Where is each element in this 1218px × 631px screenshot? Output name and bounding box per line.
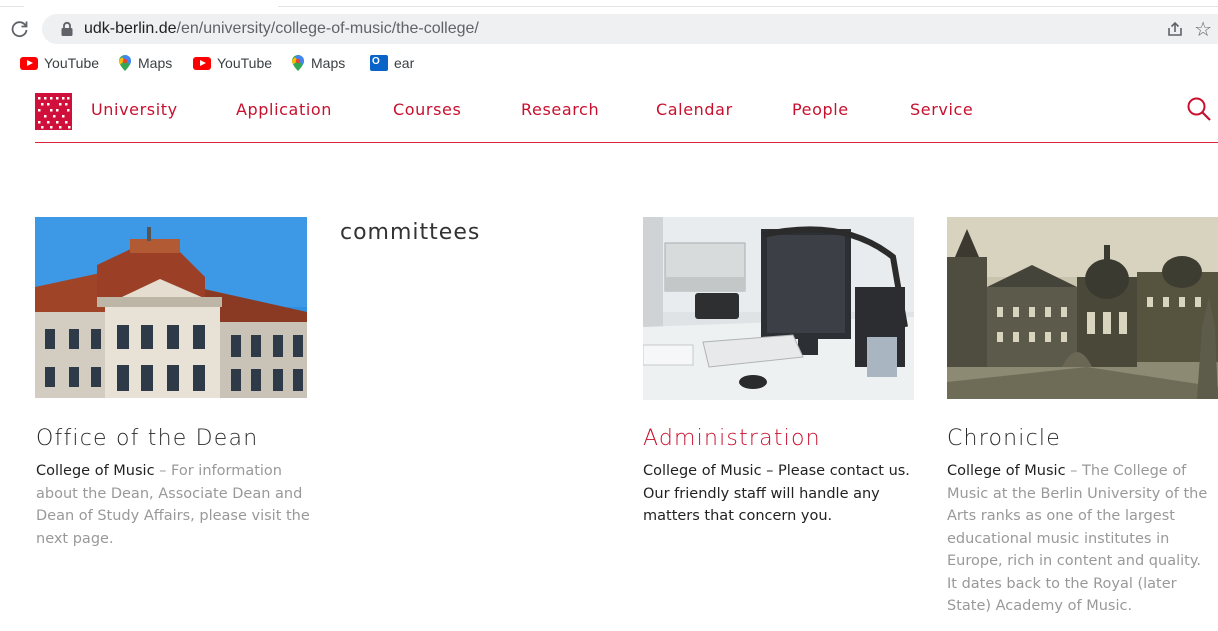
share-icon[interactable] — [1166, 20, 1184, 38]
youtube-icon — [20, 56, 38, 70]
nav-application[interactable]: Application — [236, 100, 332, 119]
card-description: College of Music – The College of Music … — [947, 460, 1215, 618]
tab-strip-edge — [0, 0, 24, 7]
card-description: College of Music – Please contact us. Ou… — [643, 460, 921, 528]
card-title-office-of-the-dean[interactable]: Office of the Dean — [36, 426, 258, 451]
bookmark-label: YouTube — [44, 55, 100, 71]
outlook-icon: O — [370, 55, 388, 71]
chronicle-historic-image[interactable] — [947, 217, 1218, 399]
administration-office-image[interactable] — [643, 217, 914, 400]
reload-icon[interactable] — [10, 19, 30, 39]
nav-university[interactable]: University — [91, 100, 178, 119]
site-header: University Application Courses Research … — [35, 90, 1218, 143]
card-lead: College of Music — [36, 463, 155, 479]
bookmark-label: Maps — [311, 55, 346, 71]
bookmark-label: Maps — [138, 55, 173, 71]
nav-calendar[interactable]: Calendar — [656, 100, 733, 119]
card-lead: College of Music — [947, 463, 1066, 479]
bookmark-maps[interactable]: Maps — [291, 52, 345, 74]
bookmark-youtube[interactable]: YouTube — [20, 52, 99, 74]
address-bar-row: udk-berlin.de/en/university/college-of-m… — [0, 12, 1218, 46]
url-path: /en/university/college-of-music/the-coll… — [176, 20, 479, 37]
nav-service[interactable]: Service — [910, 100, 973, 119]
card-title-chronicle[interactable]: Chronicle — [947, 426, 1061, 451]
lock-icon[interactable] — [60, 21, 74, 37]
omnibox[interactable]: udk-berlin.de/en/university/college-of-m… — [42, 14, 1218, 44]
search-icon[interactable] — [1186, 96, 1212, 122]
url-host: udk-berlin.de — [84, 20, 177, 37]
nav-people[interactable]: People — [792, 100, 849, 119]
url-text[interactable]: udk-berlin.de/en/university/college-of-m… — [84, 19, 479, 39]
dean-building-image[interactable] — [35, 217, 307, 398]
card-description: College of Music – For information about… — [36, 460, 311, 550]
nav-research[interactable]: Research — [521, 100, 599, 119]
tab-strip-edge — [278, 0, 1218, 7]
bookmark-label: YouTube — [217, 55, 273, 71]
bookmark-maps[interactable]: Maps — [118, 52, 172, 74]
youtube-icon — [193, 56, 211, 70]
bookmark-outlook[interactable]: O ear — [370, 52, 414, 74]
bookmark-label: ear — [394, 55, 415, 71]
nav-courses[interactable]: Courses — [393, 100, 461, 119]
card-text: – The College of Music at the Berlin Uni… — [947, 463, 1208, 614]
bookmarks-bar: YouTube Maps YouTube Maps O ear — [0, 52, 1218, 74]
maps-icon — [292, 55, 304, 71]
card-title-administration[interactable]: Administration — [643, 426, 821, 451]
committees-heading[interactable]: committees — [340, 220, 480, 245]
udk-logo-icon[interactable] — [35, 93, 72, 130]
tab-strip — [0, 0, 1218, 7]
card-lead: College of Music — [643, 463, 762, 479]
bookmark-youtube[interactable]: YouTube — [193, 52, 272, 74]
maps-icon — [119, 55, 131, 71]
bookmark-star-icon[interactable]: ☆ — [1194, 18, 1212, 40]
